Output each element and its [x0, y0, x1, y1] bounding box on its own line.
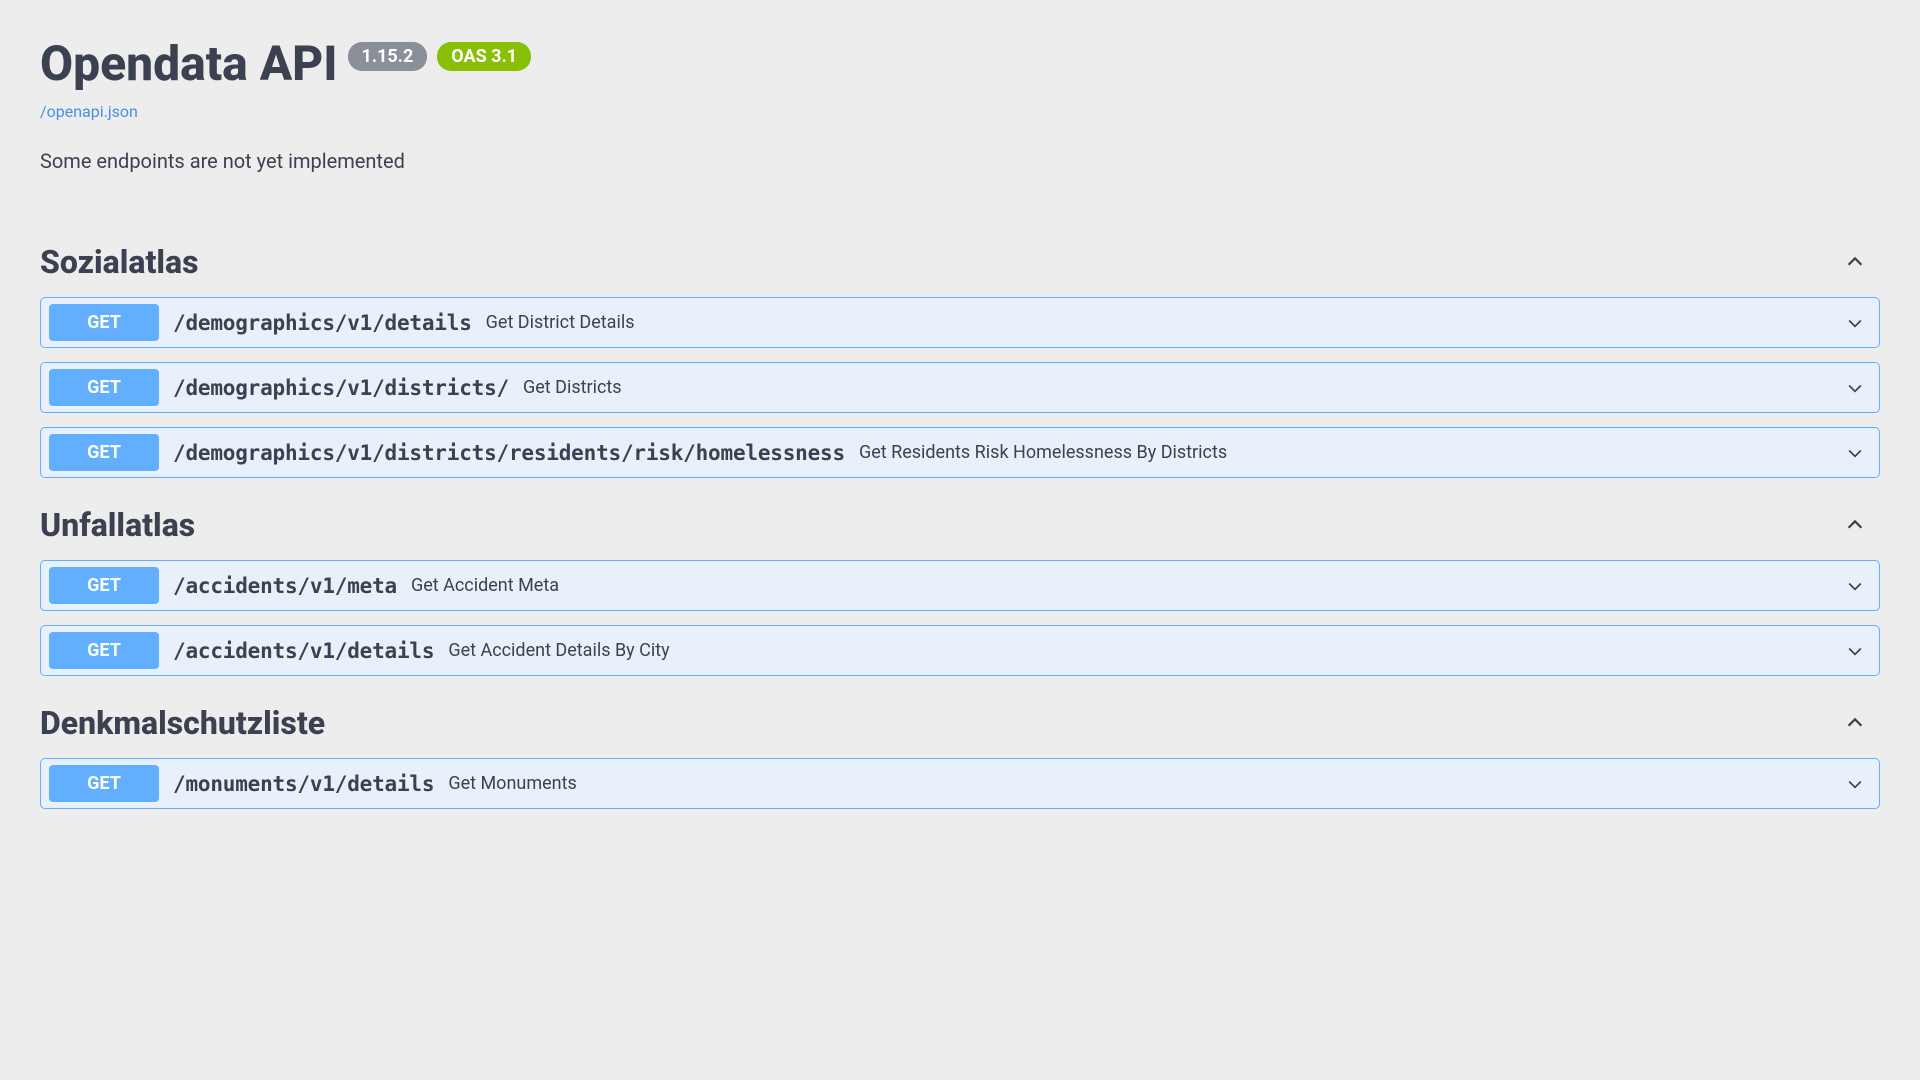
http-method-badge: GET [49, 567, 159, 604]
tag-name: Denkmalschutzliste [40, 704, 325, 742]
tag-section: Sozialatlas GET /demographics/v1/details… [40, 233, 1880, 478]
chevron-up-icon [1844, 712, 1866, 734]
operation-path: /monuments/v1/details [173, 772, 434, 796]
tag-name: Unfallatlas [40, 506, 195, 544]
api-title: Opendata API [40, 40, 338, 88]
http-method-badge: GET [49, 304, 159, 341]
chevron-down-icon [1845, 443, 1865, 463]
header: Opendata API 1.15.2 OAS 3.1 [40, 40, 1880, 88]
http-method-badge: GET [49, 434, 159, 471]
operation-row[interactable]: GET /accidents/v1/meta Get Accident Meta [40, 560, 1880, 611]
api-doc-root: Opendata API 1.15.2 OAS 3.1 /openapi.jso… [0, 0, 1920, 809]
chevron-down-icon [1845, 641, 1865, 661]
http-method-badge: GET [49, 369, 159, 406]
operation-summary: Get Residents Risk Homelessness By Distr… [859, 442, 1227, 463]
operation-summary: Get Monuments [448, 773, 576, 794]
oas-badge: OAS 3.1 [437, 42, 531, 71]
chevron-down-icon [1845, 576, 1865, 596]
operation-path: /demographics/v1/districts/residents/ris… [173, 441, 845, 465]
tags-list: Sozialatlas GET /demographics/v1/details… [40, 233, 1880, 809]
chevron-up-icon [1844, 514, 1866, 536]
chevron-down-icon [1845, 313, 1865, 333]
tag-section: Unfallatlas GET /accidents/v1/meta Get A… [40, 496, 1880, 676]
operation-path: /accidents/v1/details [173, 639, 434, 663]
http-method-badge: GET [49, 765, 159, 802]
operation-row[interactable]: GET /demographics/v1/details Get Distric… [40, 297, 1880, 348]
operation-path: /demographics/v1/districts/ [173, 376, 509, 400]
operation-row[interactable]: GET /monuments/v1/details Get Monuments [40, 758, 1880, 809]
version-badge: 1.15.2 [348, 42, 428, 71]
operation-summary: Get Districts [523, 377, 622, 398]
operation-row[interactable]: GET /demographics/v1/districts/residents… [40, 427, 1880, 478]
spec-link[interactable]: /openapi.json [40, 102, 1880, 121]
operations-list: GET /demographics/v1/details Get Distric… [40, 291, 1880, 478]
operation-row[interactable]: GET /accidents/v1/details Get Accident D… [40, 625, 1880, 676]
operation-summary: Get District Details [486, 312, 635, 333]
operation-path: /accidents/v1/meta [173, 574, 397, 598]
operations-list: GET /monuments/v1/details Get Monuments [40, 752, 1880, 809]
chevron-up-icon [1844, 251, 1866, 273]
api-description: Some endpoints are not yet implemented [40, 149, 1880, 173]
tag-header[interactable]: Sozialatlas [40, 233, 1880, 291]
operation-path: /demographics/v1/details [173, 311, 472, 335]
tag-name: Sozialatlas [40, 243, 198, 281]
http-method-badge: GET [49, 632, 159, 669]
tag-header[interactable]: Denkmalschutzliste [40, 694, 1880, 752]
chevron-down-icon [1845, 378, 1865, 398]
operation-summary: Get Accident Meta [411, 575, 559, 596]
operation-summary: Get Accident Details By City [448, 640, 669, 661]
chevron-down-icon [1845, 774, 1865, 794]
tag-section: Denkmalschutzliste GET /monuments/v1/det… [40, 694, 1880, 809]
operation-row[interactable]: GET /demographics/v1/districts/ Get Dist… [40, 362, 1880, 413]
operations-list: GET /accidents/v1/meta Get Accident Meta… [40, 554, 1880, 676]
tag-header[interactable]: Unfallatlas [40, 496, 1880, 554]
